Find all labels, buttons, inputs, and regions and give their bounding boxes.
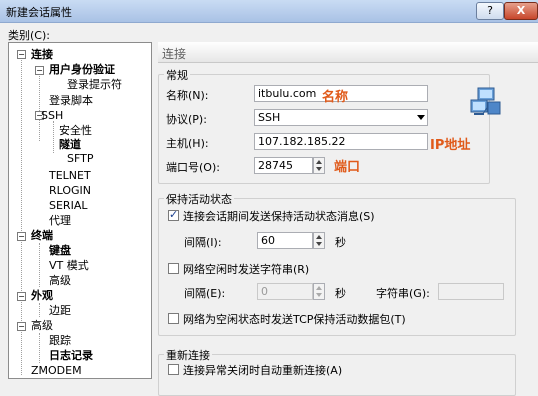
network-computers-icon (470, 87, 501, 115)
send-keepalive-checkbox[interactable] (168, 208, 179, 221)
tree-guide-line (53, 121, 54, 153)
section-title: 连接 (162, 47, 187, 61)
port-spinner[interactable] (313, 157, 325, 174)
tree-item-login-script[interactable]: 登录脚本 (49, 94, 93, 107)
seconds2-label: 秒 (335, 287, 346, 300)
collapse-icon[interactable]: − (17, 322, 26, 331)
send-keepalive-label[interactable]: 连接会话期间发送保持活动状态消息(S) (183, 208, 375, 224)
help-button[interactable]: ? (476, 2, 504, 20)
string-field[interactable] (438, 283, 504, 300)
collapse-icon[interactable]: − (35, 66, 44, 75)
protocol-select[interactable]: SSH (254, 109, 428, 126)
send-string-checkbox[interactable] (168, 263, 179, 274)
tree-item-sftp[interactable]: SFTP (67, 152, 93, 165)
interval2-spinner[interactable] (313, 283, 325, 300)
tree-item-security[interactable]: 安全性 (59, 124, 92, 137)
host-field[interactable]: 107.182.185.22 (254, 133, 428, 150)
collapse-icon[interactable]: − (17, 232, 26, 241)
collapse-icon[interactable]: − (17, 292, 26, 301)
tree-item-appearance[interactable]: 外观 (31, 289, 53, 302)
tcp-keepalive-checkbox[interactable] (168, 313, 179, 324)
annotation-port: 端口 (334, 160, 361, 175)
tree-item-connection[interactable]: 连接 (31, 48, 53, 61)
tree-guide-line (39, 303, 40, 317)
port-label: 端口号(O): (166, 161, 220, 174)
interval1-spinner[interactable] (313, 232, 325, 249)
protocol-value: SSH (258, 111, 281, 124)
tree-item-advanced[interactable]: 高级 (49, 274, 71, 287)
annotation-name: 名称 (322, 90, 349, 105)
tree-item-log[interactable]: 日志记录 (49, 349, 93, 362)
tree-item-vt-mode[interactable]: VT 模式 (49, 259, 89, 272)
tree-item-serial[interactable]: SERIAL (49, 199, 87, 212)
tree-item-login-prompt[interactable]: 登录提示符 (67, 78, 122, 91)
interval1-field[interactable]: 60 (257, 232, 313, 249)
protocol-label: 协议(P): (166, 113, 207, 126)
section-header: 连接 (158, 42, 538, 63)
tree-guide-line (39, 333, 40, 363)
tree-item-rlogin[interactable]: RLOGIN (49, 184, 91, 197)
tcp-keepalive-label[interactable]: 网络为空闲状态时发送TCP保持活动数据包(T) (183, 311, 406, 327)
interval2-label: 间隔(E): (184, 287, 226, 300)
tree-guide-line (39, 243, 40, 287)
tree-item-advanced-root[interactable]: 高级 (31, 319, 53, 332)
auto-reconnect-checkbox[interactable] (168, 364, 179, 375)
tree-item-ssh[interactable]: SSH (41, 109, 63, 122)
tree-item-terminal[interactable]: 终端 (31, 229, 53, 242)
general-group-title: 常规 (164, 67, 190, 83)
reconnect-group-title: 重新连接 (164, 347, 212, 363)
interval1-label: 间隔(I): (184, 236, 222, 249)
window-title: 新建会话属性 (6, 6, 72, 19)
string-label: 字符串(G): (376, 287, 430, 300)
annotation-ip: IP地址 (430, 138, 471, 153)
interval2-field[interactable]: 0 (257, 283, 313, 300)
tree-item-tunnel[interactable]: 隧道 (59, 138, 81, 151)
tree-guide-line (39, 67, 40, 141)
tree-item-telnet[interactable]: TELNET (49, 169, 91, 182)
tree-item-user-auth[interactable]: 用户身份验证 (49, 63, 115, 76)
category-tree[interactable]: − 连接 − 用户身份验证 登录提示符 登录脚本 − SSH 安全性 隧道 SF… (8, 42, 152, 379)
collapse-icon[interactable]: − (17, 50, 26, 59)
title-bar: 新建会话属性 ? X (0, 0, 538, 23)
tree-item-keyboard[interactable]: 键盘 (49, 244, 71, 257)
send-string-label[interactable]: 网络空闲时发送字符串(R) (183, 261, 309, 277)
category-label: 类别(C): (8, 29, 50, 42)
tree-item-margin[interactable]: 边距 (49, 304, 71, 317)
auto-reconnect-label[interactable]: 连接异常关闭时自动重新连接(A) (183, 362, 342, 378)
port-field[interactable]: 28745 (254, 157, 313, 174)
keepalive-group-title: 保持活动状态 (164, 191, 234, 207)
seconds1-label: 秒 (335, 236, 346, 249)
settings-panel: 连接 常规 名称(N): itbulu.com 协议(P): SSH 主机(H)… (158, 42, 538, 396)
chevron-down-icon (417, 115, 425, 120)
tree-item-proxy[interactable]: 代理 (49, 214, 71, 227)
tree-item-trace[interactable]: 跟踪 (49, 334, 71, 347)
name-label: 名称(N): (166, 89, 209, 102)
close-button[interactable]: X (504, 2, 538, 20)
host-label: 主机(H): (166, 137, 209, 150)
